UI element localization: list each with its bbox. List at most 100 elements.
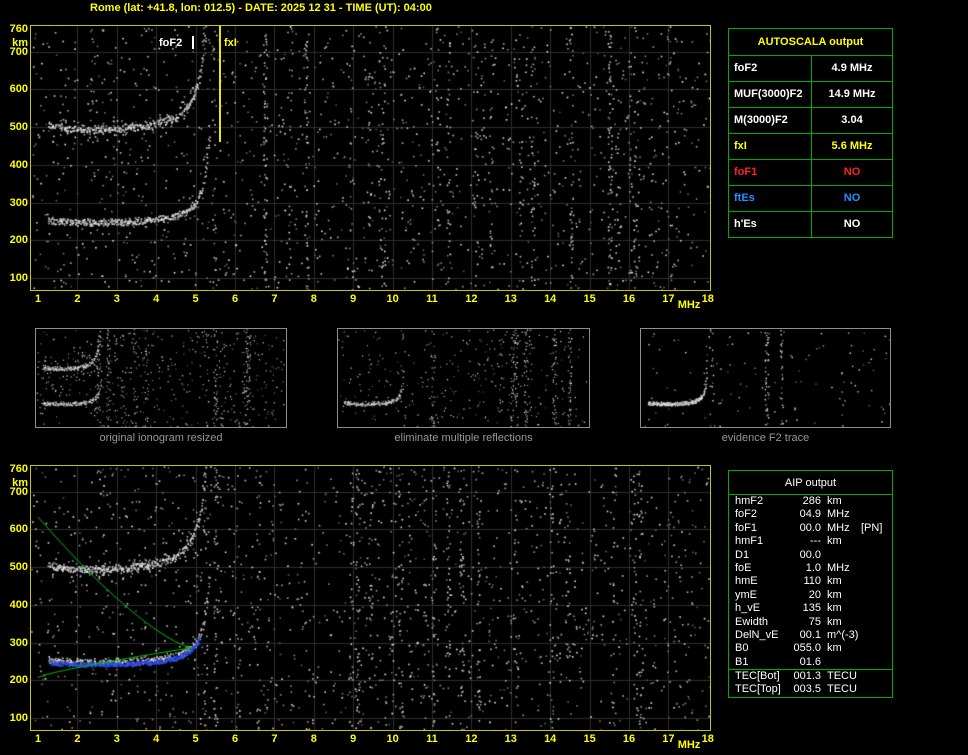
aip-param-label: hmF1 [735,535,764,548]
aip-row: hmE 110 km [729,575,892,588]
aip-value: 003.5 [793,683,821,696]
aip-row: hmF2 286 km [729,495,892,508]
x-tick-label: 2 [74,293,81,305]
aip-note [861,535,892,548]
aip-unit: MHz [827,508,850,521]
fof2-marker-tick [192,36,194,49]
x-tick-label: 1 [34,733,42,745]
x-tick-label: 5 [192,733,199,745]
y-tick-label: 400 [9,158,28,171]
y-tick-label: 100 [9,272,28,284]
km-unit-label: km [12,37,28,49]
aip-value: 00.1 [799,628,821,641]
aip-param-label: TEC[Bot] [735,670,780,683]
aip-value: 001.3 [793,670,821,683]
autoscala-value: 14.9 MHz [828,88,876,100]
aip-value: 055.0 [793,642,821,655]
y-tick-label: 400 [9,598,28,611]
aip-unit: km [827,495,842,507]
aip-value: 75 [808,615,821,628]
thumbnail-eliminate-canvas [338,329,587,427]
aip-param-label: TEC[Top] [735,683,781,696]
aip-value: 20 [808,588,821,601]
y-tick-label: 200 [9,234,28,247]
autoscala-param-label: fxI [729,134,812,159]
x-tick-label: 10 [386,293,399,305]
x-tick-label: 12 [465,733,478,745]
aip-value: --- [810,535,821,548]
fxi-marker-line [219,26,221,142]
aip-row: TEC[Top] 003.5 TECU [729,683,892,696]
profile-ionogram-panel [30,465,711,731]
autoscala-value: 4.9 MHz [831,62,873,74]
x-tick-label: 13 [504,733,517,745]
aip-note [861,562,892,575]
aip-note [861,508,892,521]
y-tick-label: 500 [9,561,28,574]
page-title: Rome (lat: +41.8, lon: 012.5) - DATE: 20… [90,2,432,14]
x-tick-label: 16 [622,733,636,745]
autoscala-param-label: foF2 [729,56,812,81]
aip-row: D1 00.0 [729,549,892,562]
aip-row: TEC[Bot] 001.3 TECU [729,669,892,683]
x-tick-label: 8 [310,293,317,305]
x-tick-label: 14 [544,733,557,745]
x-tick-label: 6 [231,293,239,305]
aip-param-label: ymE [735,588,757,601]
aip-row: ymE 20 km [729,589,892,602]
thumbnail-caption-eliminate: eliminate multiple reflections [394,432,533,444]
aip-param-label: DelN_vE [735,628,779,641]
aip-note [861,683,892,696]
x-tick-label: 13 [504,293,517,305]
x-tick-label: 9 [350,293,357,305]
aip-value: 01.6 [799,655,821,668]
aip-value: 04.9 [799,508,821,521]
autoscala-value: 5.6 MHz [831,140,873,152]
aip-param-label: foE [735,561,752,574]
aip-row: Ewidth 75 km [729,616,892,629]
aip-unit: km [827,535,842,548]
aip-param-label: Ewidth [735,615,769,628]
aip-unit [821,656,861,669]
aip-note [861,602,892,615]
y-tick-label: 760 [9,23,28,35]
autoscala-row: ftEs NO [729,186,892,212]
aip-value: 286 [802,495,821,507]
autoscala-param-label: MUF(3000)F2 [729,82,812,107]
autoscala-row: MUF(3000)F2 14.9 MHz [729,82,892,108]
x-tick-label: 4 [153,293,160,305]
aip-note [861,589,892,602]
aip-note [861,616,892,629]
x-tick-label: 14 [544,293,557,305]
x-tick-label: 3 [113,733,120,745]
y-tick-label: 760 [9,463,28,475]
main-ionogram-panel: foF2 fxI [30,25,711,291]
x-tick-label: 9 [350,733,357,745]
aip-table: AIP output hmF2 286 km foF2 04.9 MHz foF1 00.0 M… [728,470,893,698]
aip-row: B0 055.0 km [729,642,892,655]
aip-param-label: B1 [735,655,749,668]
x-tick-label: 4 [153,733,160,745]
autoscala-table-header: AUTOSCALA output [729,29,892,56]
y-tick-label: 600 [9,83,28,96]
thumbnail-evidence-f2-trace [640,328,891,428]
aip-unit: km [827,602,842,615]
aip-value: 1.0 [805,561,821,574]
aip-value: 110 [803,575,821,588]
aip-param-label: foF2 [735,508,758,521]
y-tick-label: 500 [9,121,28,134]
km-unit-label: km [12,477,28,489]
aip-param-label: hmF2 [735,495,764,507]
autoscala-row: M(3000)F2 3.04 [729,108,892,134]
autoscala-param-label: h'Es [729,212,812,237]
x-tick-label: 8 [310,733,317,745]
y-tick-label: 100 [9,712,28,724]
aip-param-label: hmE [735,575,758,588]
autoscala-value: NO [843,192,861,204]
aip-row: h_vE 135 km [729,602,892,615]
aip-value: 135 [802,602,821,615]
x-tick-label: 11 [426,293,438,305]
aip-param-label: foF1 [735,521,758,534]
aip-value: 00.0 [799,548,821,561]
y-tick-label: 300 [9,196,28,209]
